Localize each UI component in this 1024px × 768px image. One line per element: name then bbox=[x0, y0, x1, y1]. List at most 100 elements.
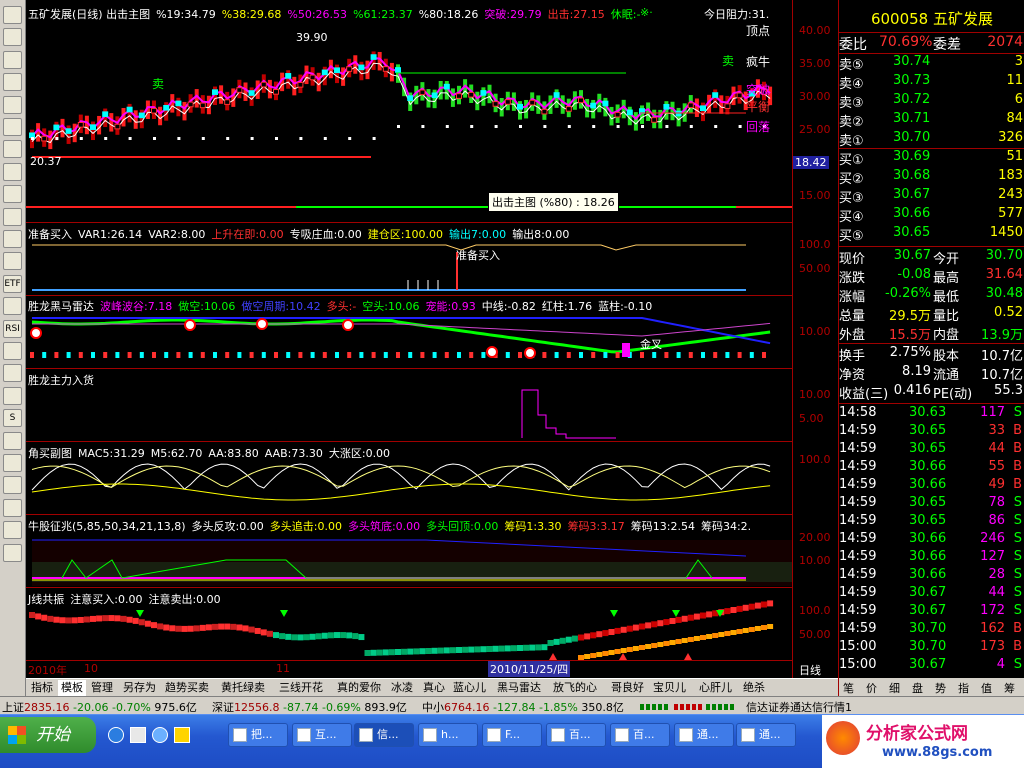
toolbar-button[interactable] bbox=[3, 297, 22, 316]
toolbar-button[interactable] bbox=[3, 207, 22, 226]
toolbar-button[interactable]: ETF bbox=[3, 274, 22, 293]
toolbar-button[interactable] bbox=[3, 252, 22, 271]
toolbar-button[interactable] bbox=[3, 386, 22, 405]
order-book-row: 买③ 30.67 243 bbox=[839, 187, 1024, 206]
toolbar-button[interactable] bbox=[3, 50, 22, 69]
stat-value: 0.416 bbox=[893, 383, 931, 398]
resonance-block bbox=[590, 632, 597, 639]
tick-row: 14:58 30.63 117 S bbox=[839, 405, 1024, 423]
candlestick bbox=[187, 101, 194, 108]
toolbar-button[interactable]: S bbox=[3, 409, 22, 428]
period-label[interactable]: 日线 bbox=[799, 662, 821, 678]
formula-tab[interactable]: 黄托绿卖 bbox=[218, 680, 268, 696]
resonance-block bbox=[41, 614, 48, 621]
taskbar-item[interactable]: 百... bbox=[610, 723, 670, 747]
toolbar-button[interactable] bbox=[3, 6, 22, 24]
formula-tab[interactable]: 指标 bbox=[28, 680, 56, 696]
toolbar-button[interactable] bbox=[3, 543, 22, 562]
sz-label: 深证 bbox=[212, 701, 234, 714]
start-button[interactable]: 开始 bbox=[0, 717, 96, 753]
toolbar-button[interactable] bbox=[3, 342, 22, 360]
taskbar-item[interactable]: 信... bbox=[354, 723, 414, 747]
stat-value: 29.5万 bbox=[889, 309, 931, 324]
toolbar-button[interactable] bbox=[3, 162, 22, 181]
resonance-block bbox=[663, 619, 670, 626]
toolbar-button[interactable] bbox=[3, 28, 22, 47]
indicator-value: 五矿发展(日线) 出击主图 bbox=[28, 8, 151, 21]
taskbar-item-label: h... bbox=[441, 728, 459, 741]
app-icon bbox=[233, 728, 247, 742]
quote-tab[interactable]: 值 bbox=[981, 680, 992, 696]
taskbar-item-label: 把... bbox=[251, 728, 273, 741]
formula-tab[interactable]: 放飞的心 bbox=[550, 680, 600, 696]
toolbar-button[interactable] bbox=[3, 476, 22, 495]
taskbar-item-label: F... bbox=[505, 728, 521, 741]
toolbar-button[interactable] bbox=[3, 230, 22, 248]
formula-tab[interactable]: 真的爱你 bbox=[334, 680, 384, 696]
pane4-title: 胜龙主力入货 bbox=[28, 374, 94, 387]
toolbar-button[interactable] bbox=[3, 140, 22, 159]
taskbar-item[interactable]: F... bbox=[482, 723, 542, 747]
indicator-value: 做空周期:10.42 bbox=[241, 300, 321, 313]
formula-tab[interactable]: 趋势买卖 bbox=[162, 680, 212, 696]
quote-tab[interactable]: 盘 bbox=[912, 680, 923, 696]
toolbar-button[interactable]: RSI bbox=[3, 319, 22, 338]
formula-tab[interactable]: 宝贝儿 bbox=[650, 680, 689, 696]
indicator-value: 输出8:0.00 bbox=[512, 228, 570, 241]
toolbar-button[interactable] bbox=[3, 364, 22, 383]
formula-tab[interactable]: 三线开花 bbox=[276, 680, 326, 696]
toolbar-button[interactable] bbox=[3, 454, 22, 472]
formula-tab[interactable]: 真心 bbox=[420, 680, 448, 696]
resonance-block bbox=[474, 646, 481, 653]
toolbar-button[interactable] bbox=[3, 521, 22, 540]
radar-bar bbox=[103, 352, 108, 358]
resonance-block bbox=[657, 642, 664, 647]
zx-value: 6764.16 bbox=[444, 701, 490, 714]
label-bull: 疯牛 bbox=[746, 55, 771, 69]
level-price: 30.67 bbox=[893, 187, 931, 202]
taskbar-item[interactable]: h... bbox=[418, 723, 478, 747]
desktop-icon[interactable] bbox=[130, 727, 146, 743]
toolbar-button[interactable] bbox=[3, 118, 22, 136]
signal-dot bbox=[201, 137, 205, 140]
resonance-block bbox=[687, 614, 694, 621]
quote-tab[interactable]: 价 bbox=[866, 680, 877, 696]
formula-tab[interactable]: 心肝儿 bbox=[696, 680, 735, 696]
media-icon[interactable] bbox=[152, 727, 168, 743]
taskbar-item[interactable]: 通... bbox=[736, 723, 796, 747]
formula-tab[interactable]: 绝杀 bbox=[740, 680, 768, 696]
formula-tab[interactable]: 管理 bbox=[88, 680, 116, 696]
chart-area[interactable]: 五矿发展(日线) 出击主图 %19:34.79 %38:29.68 %50:26.53… bbox=[26, 0, 838, 678]
toolbar-button[interactable] bbox=[3, 185, 22, 204]
resonance-block bbox=[663, 641, 670, 646]
resonance-block bbox=[706, 634, 713, 639]
formula-tab[interactable]: 哥良好 bbox=[608, 680, 647, 696]
quote-tab[interactable]: 指 bbox=[958, 680, 969, 696]
quote-tab[interactable]: 势 bbox=[935, 680, 946, 696]
taskbar-item[interactable]: 互... bbox=[292, 723, 352, 747]
ie-icon[interactable] bbox=[108, 727, 124, 743]
toolbar-button[interactable] bbox=[3, 73, 22, 92]
quote-tab[interactable]: 细 bbox=[889, 680, 900, 696]
quote-tab[interactable]: 筹 bbox=[1004, 680, 1015, 696]
formula-tab[interactable]: 模板 bbox=[58, 680, 86, 696]
radar-bar bbox=[640, 352, 644, 358]
stat-label: 内盘 bbox=[933, 328, 960, 343]
quote-tab[interactable]: 笔 bbox=[843, 680, 854, 696]
formula-tab[interactable]: 黑马雷达 bbox=[494, 680, 544, 696]
toolbar-button[interactable] bbox=[3, 498, 22, 517]
down-arrow-icon bbox=[672, 610, 680, 617]
formula-tab[interactable]: 冰凌 bbox=[388, 680, 416, 696]
radar-bar bbox=[152, 352, 156, 358]
taskbar-item[interactable]: 百... bbox=[546, 723, 606, 747]
toolbar-button[interactable] bbox=[3, 95, 22, 114]
order-book-row: 买⑤ 30.65 1450 bbox=[839, 225, 1024, 244]
formula-tab[interactable]: 蓝心儿 bbox=[450, 680, 489, 696]
folder-icon[interactable] bbox=[174, 727, 190, 743]
taskbar-item[interactable]: 把... bbox=[228, 723, 288, 747]
taskbar-item[interactable]: 通... bbox=[674, 723, 734, 747]
formula-tab[interactable]: 另存为 bbox=[120, 680, 159, 696]
resistance-label: 今日阻力:31. bbox=[704, 8, 770, 21]
level-price: 30.65 bbox=[893, 225, 931, 240]
toolbar-button[interactable] bbox=[3, 431, 22, 450]
